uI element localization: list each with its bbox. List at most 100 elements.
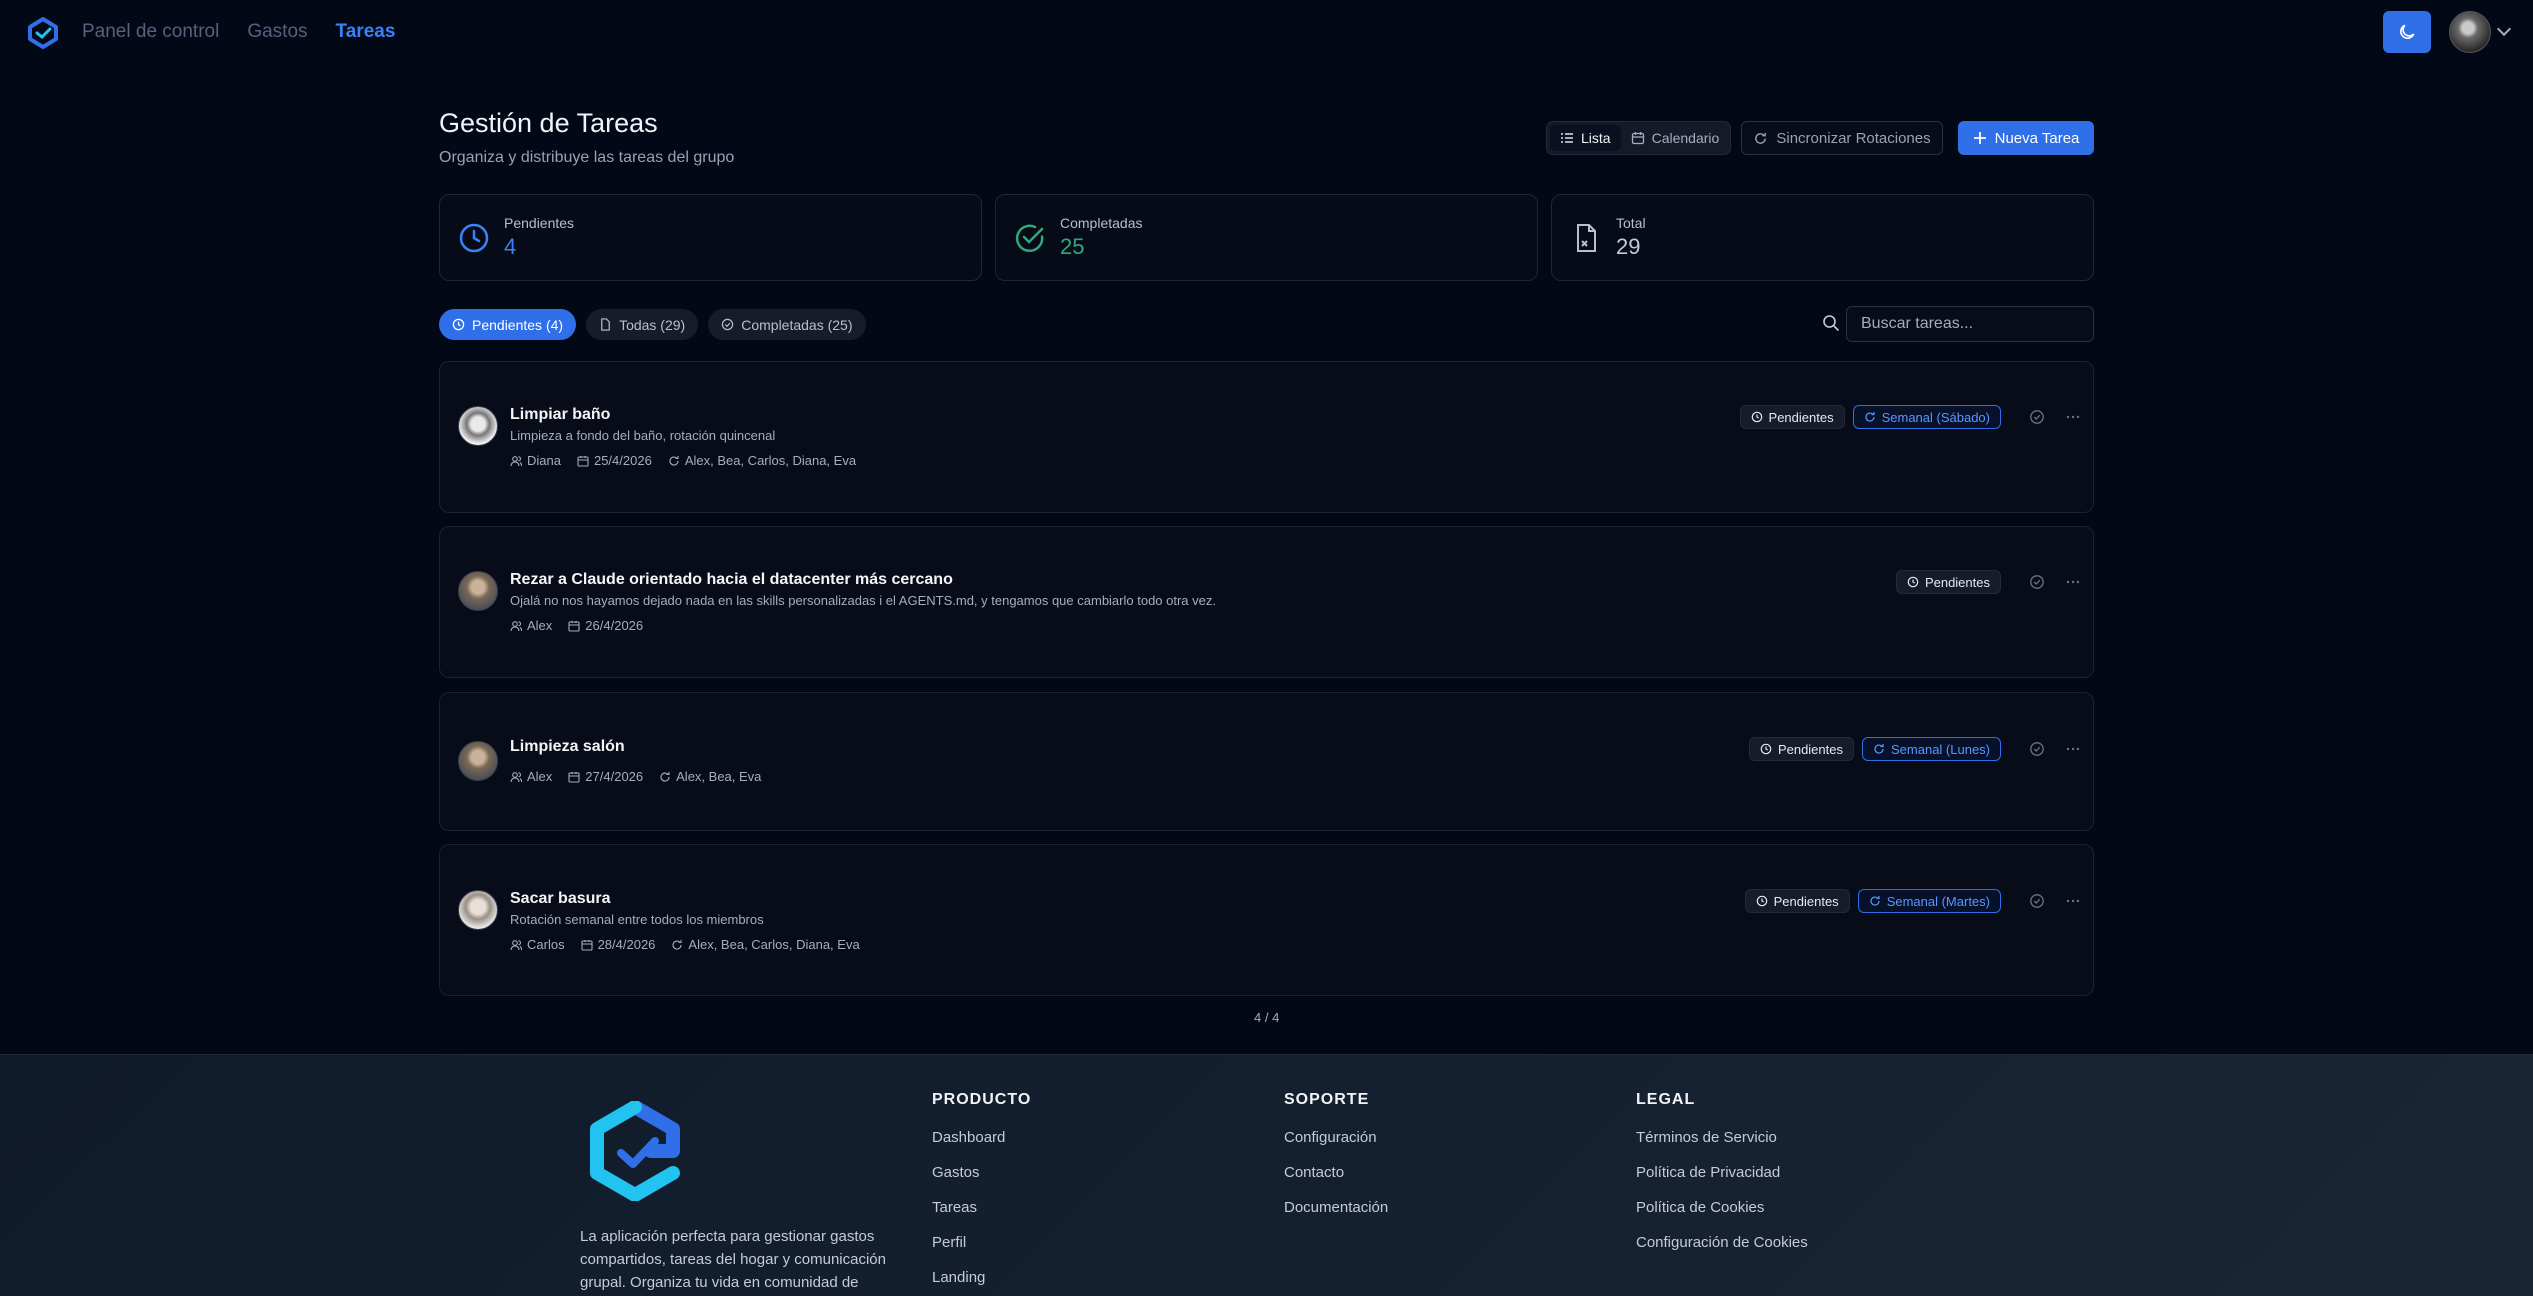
status-badge-label: Pendientes <box>1924 574 1990 590</box>
footer-link-privacy[interactable]: Política de Privacidad <box>1636 1164 1808 1183</box>
filter-pending-label: Pendientes (4) <box>472 316 564 333</box>
stat-pending-value: 4 <box>504 234 517 259</box>
task-title[interactable]: Limpieza salón <box>510 738 625 756</box>
new-task-label: Nueva Tarea <box>1994 129 2080 147</box>
status-badge-label: Pendientes <box>1773 893 1839 909</box>
page-title: Gestión de Tareas <box>439 108 658 138</box>
task-title[interactable]: Sacar basura <box>510 890 611 908</box>
more-options-icon[interactable] <box>2065 893 2081 909</box>
footer-link-settings[interactable]: Configuración <box>1284 1129 1388 1148</box>
footer-link-cookies[interactable]: Política de Cookies <box>1636 1199 1808 1218</box>
refresh-icon <box>1870 896 1880 906</box>
task-filters: Pendientes (4) Todas (29) Completadas (2… <box>439 309 866 340</box>
nav-link-tasks[interactable]: Tareas <box>336 21 396 43</box>
plus-icon <box>1973 132 1986 144</box>
footer-link-dashboard[interactable]: Dashboard <box>932 1129 1031 1148</box>
view-list-button[interactable]: Lista <box>1550 125 1621 151</box>
footer-link-terms[interactable]: Términos de Servicio <box>1636 1129 1808 1148</box>
status-badge: Pendientes <box>1895 570 2001 594</box>
filter-completed[interactable]: Completadas (25) <box>708 309 866 340</box>
clock-icon <box>452 318 465 331</box>
filter-all-label: Todas (29) <box>619 316 686 333</box>
task-actions <box>2029 409 2081 425</box>
search-icon <box>1823 315 1840 332</box>
footer-link-landing[interactable]: Landing <box>932 1269 1031 1288</box>
task-card[interactable]: Limpiar baño Limpieza a fondo del baño, … <box>439 361 2094 513</box>
calendar-icon <box>568 620 580 632</box>
list-icon <box>1561 133 1573 143</box>
task-badges: Pendientes <box>1895 570 2001 594</box>
task-assignee: Carlos <box>527 937 565 952</box>
status-badge: Pendientes <box>1744 889 1850 913</box>
filter-pending[interactable]: Pendientes (4) <box>439 309 577 340</box>
more-options-icon[interactable] <box>2065 574 2081 590</box>
sync-rotations-button[interactable]: Sincronizar Rotaciones <box>1741 121 1943 155</box>
new-task-button[interactable]: Nueva Tarea <box>1958 121 2094 155</box>
calendar-icon <box>1631 132 1644 145</box>
app-logo-icon[interactable] <box>26 16 60 50</box>
task-title[interactable]: Limpiar baño <box>510 406 610 424</box>
clock-icon <box>1907 576 1919 588</box>
task-meta: Carlos 28/4/2026 Alex, Bea, Carlos, Dian… <box>510 937 860 952</box>
task-assignee: Alex <box>527 769 553 784</box>
footer-link-tasks[interactable]: Tareas <box>932 1199 1031 1218</box>
theme-toggle-button[interactable] <box>2383 11 2431 53</box>
task-badges: Pendientes Semanal (Lunes) <box>1748 737 2001 761</box>
view-calendar-button[interactable]: Calendario <box>1621 125 1730 151</box>
user-menu[interactable] <box>2449 11 2512 53</box>
footer-link-expenses[interactable]: Gastos <box>932 1164 1031 1183</box>
footer-heading-legal: LEGAL <box>1636 1091 1696 1108</box>
task-date: 28/4/2026 <box>597 937 656 952</box>
task-assignee-avatar <box>458 406 498 446</box>
stat-pending-label: Pendientes <box>504 215 575 231</box>
task-card[interactable]: Rezar a Claude orientado hacia el datace… <box>439 526 2094 678</box>
users-icon <box>510 771 522 782</box>
stat-total-value: 29 <box>1616 234 1641 259</box>
rotation-icon <box>660 771 670 782</box>
stat-card-completed: Completadas 25 <box>995 194 1538 281</box>
complete-task-icon[interactable] <box>2029 409 2045 425</box>
complete-task-icon[interactable] <box>2029 741 2045 757</box>
sync-rotations-label: Sincronizar Rotaciones <box>1776 129 1931 147</box>
task-meta: Alex 26/4/2026 <box>510 618 643 633</box>
task-date: 26/4/2026 <box>585 618 644 633</box>
more-options-icon[interactable] <box>2065 741 2081 757</box>
footer-column-legal: LEGAL Términos de Servicio Política de P… <box>1636 1091 1808 1269</box>
stat-card-total: Total 29 <box>1551 194 2094 281</box>
search-input[interactable] <box>1846 306 2094 342</box>
footer-link-cookie-settings[interactable]: Configuración de Cookies <box>1636 1234 1808 1253</box>
task-date: 25/4/2026 <box>593 453 652 468</box>
filter-completed-label: Completadas (25) <box>741 316 853 333</box>
pagination-indicator: 4 / 4 <box>1254 1010 1280 1025</box>
footer-link-docs[interactable]: Documentación <box>1284 1199 1388 1218</box>
recurrence-badge-label: Semanal (Sábado) <box>1881 409 1990 425</box>
task-card[interactable]: Sacar basura Rotación semanal entre todo… <box>439 844 2094 996</box>
task-card[interactable]: Limpieza salón Alex 27/4/2026 Alex, Bea,… <box>439 692 2094 831</box>
task-description: Rotación semanal entre todos los miembro… <box>510 912 764 927</box>
footer-link-contact[interactable]: Contacto <box>1284 1164 1388 1183</box>
document-icon <box>601 318 610 331</box>
task-rotation: Alex, Bea, Carlos, Diana, Eva <box>684 453 857 468</box>
task-rotation: Alex, Bea, Carlos, Diana, Eva <box>688 937 860 952</box>
clock-icon <box>459 223 489 252</box>
task-title[interactable]: Rezar a Claude orientado hacia el datace… <box>510 571 953 589</box>
rotation-icon <box>672 939 682 950</box>
more-options-icon[interactable] <box>2065 409 2081 425</box>
refresh-icon <box>1874 744 1884 754</box>
filter-all[interactable]: Todas (29) <box>586 309 699 340</box>
user-avatar[interactable] <box>2449 11 2491 53</box>
complete-task-icon[interactable] <box>2029 574 2045 590</box>
nav-link-dashboard[interactable]: Panel de control <box>82 21 219 43</box>
nav-link-expenses[interactable]: Gastos <box>247 21 307 43</box>
footer-link-profile[interactable]: Perfil <box>932 1234 1031 1253</box>
check-circle-icon <box>722 318 734 331</box>
recurrence-badge-label: Semanal (Lunes) <box>1891 741 1990 757</box>
refresh-icon <box>1865 412 1875 422</box>
stat-completed-value: 25 <box>1060 234 1085 259</box>
users-icon <box>510 939 522 950</box>
complete-task-icon[interactable] <box>2029 893 2045 909</box>
task-actions <box>2029 893 2081 909</box>
users-icon <box>510 455 522 466</box>
status-badge: Pendientes <box>1748 737 1854 761</box>
recurrence-badge: Semanal (Martes) <box>1857 889 2001 913</box>
